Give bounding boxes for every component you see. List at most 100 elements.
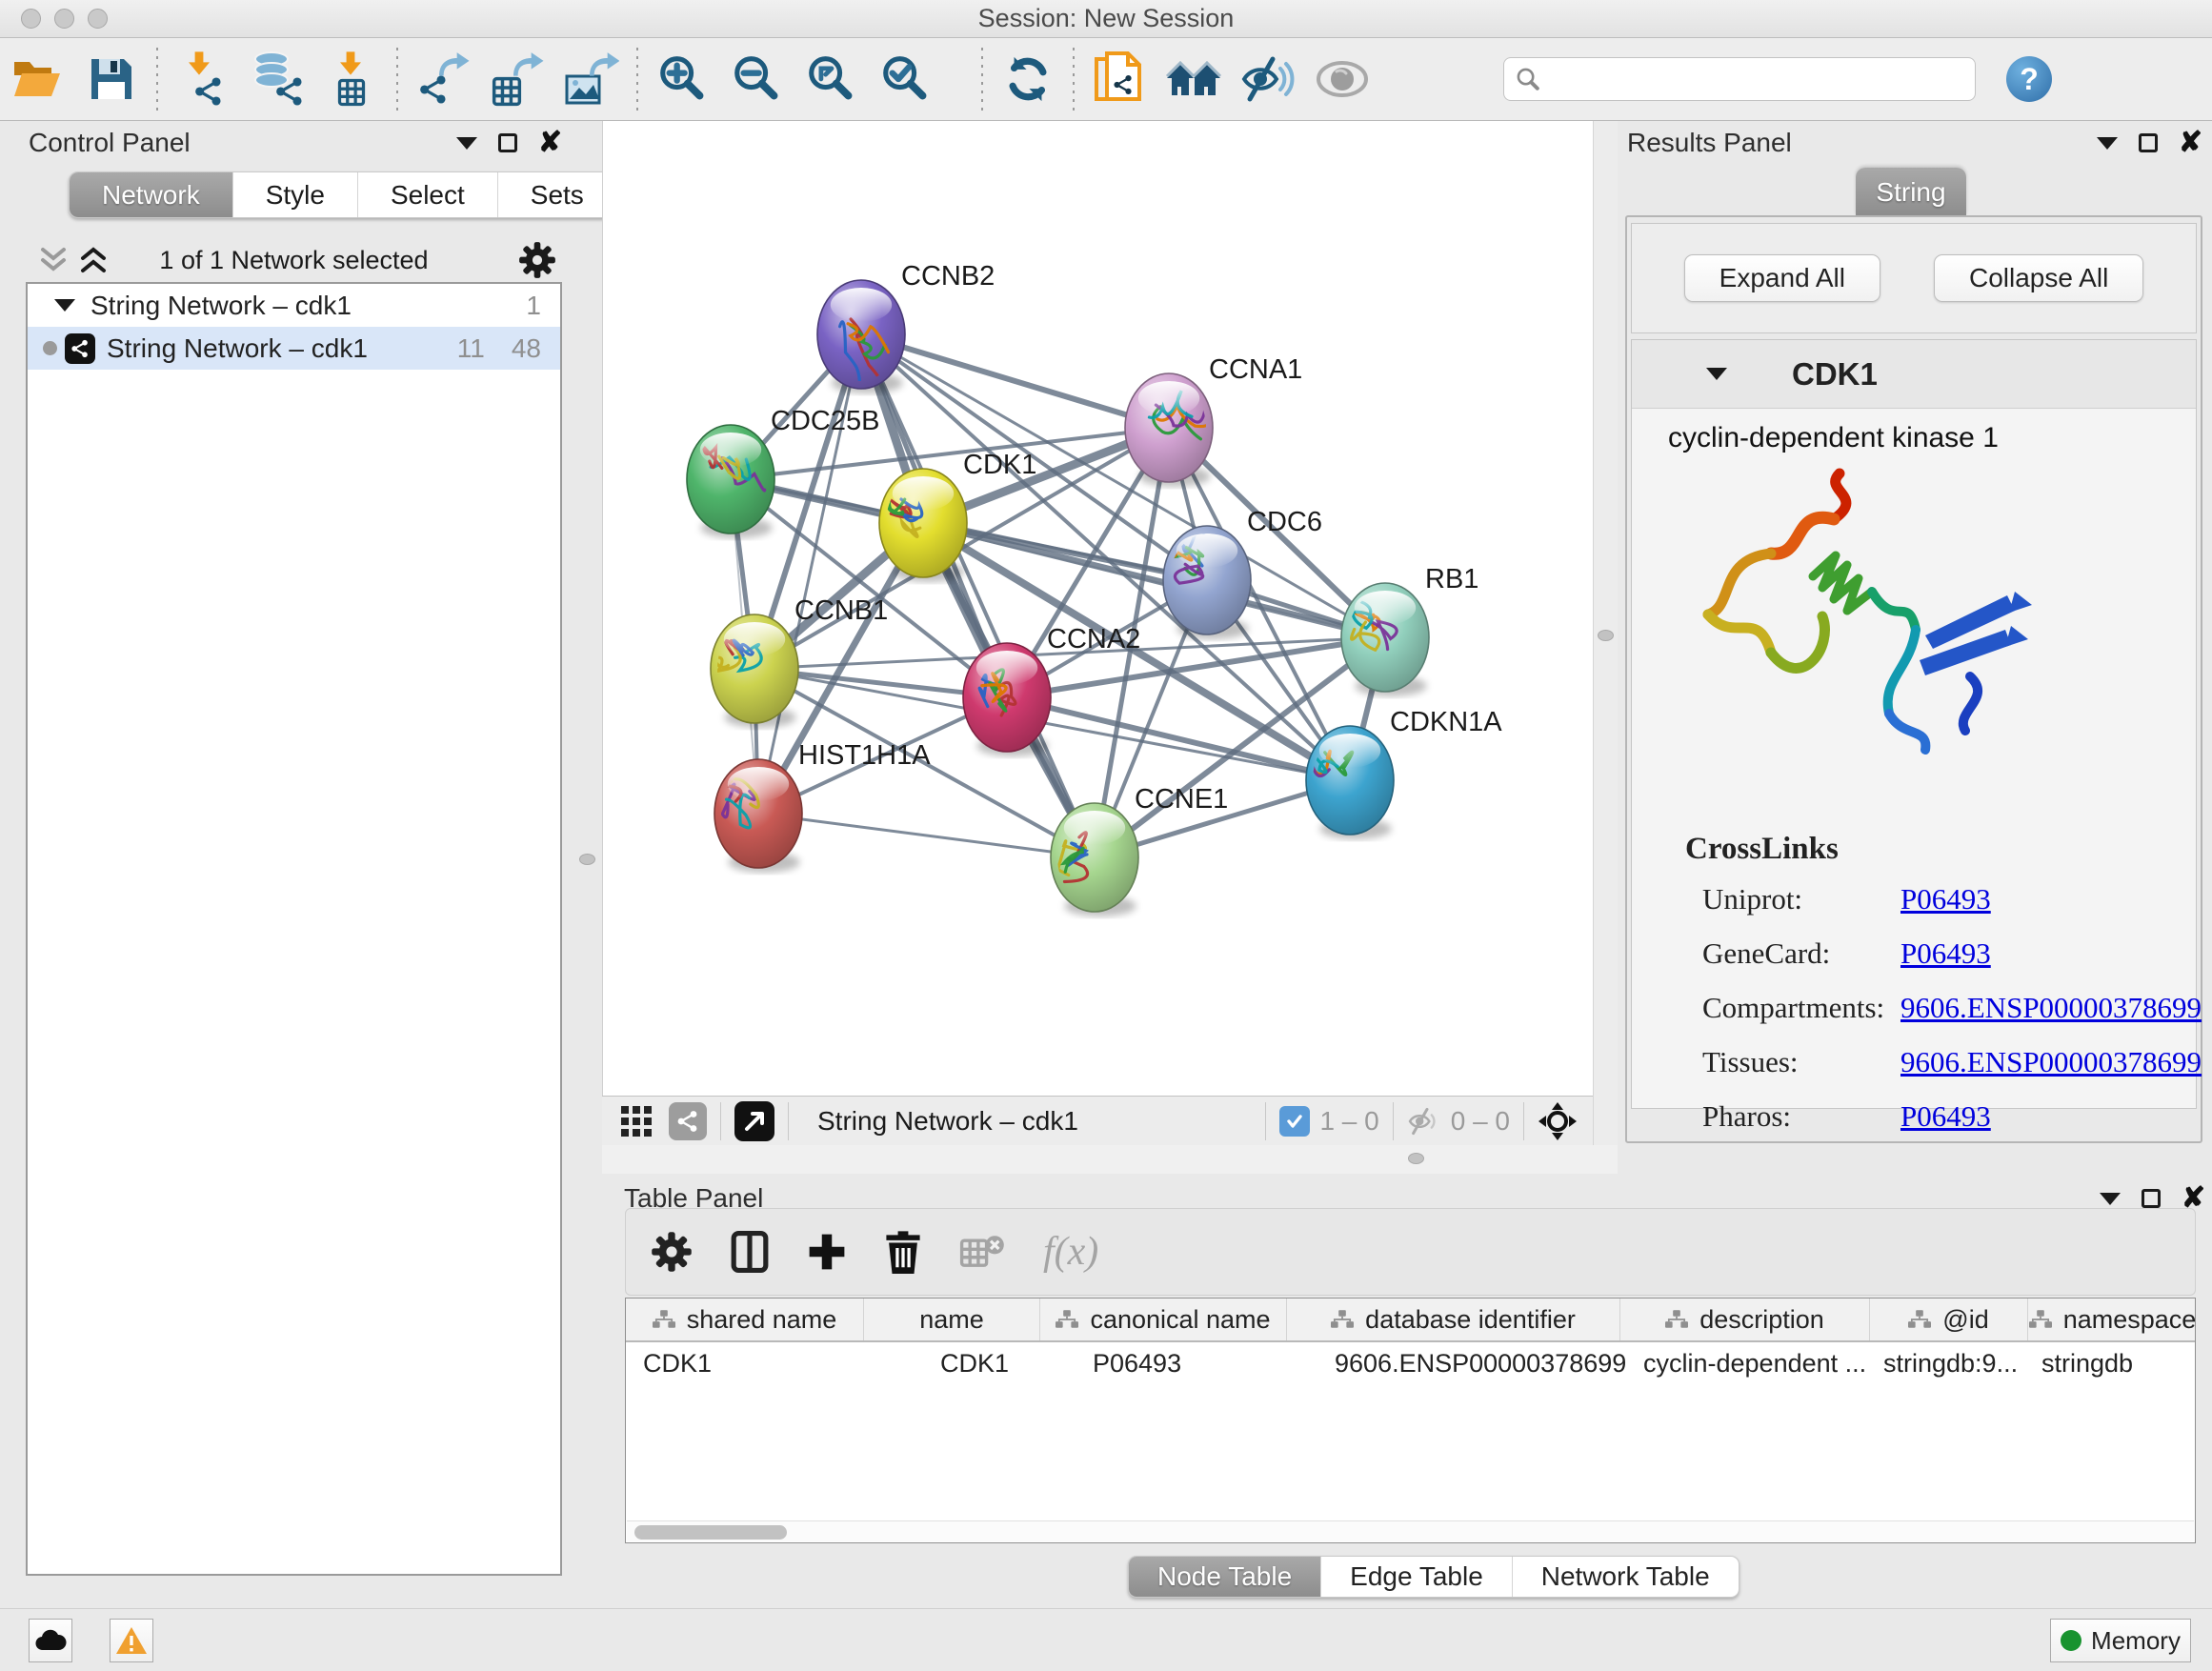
selected-checkbox-icon[interactable]	[1279, 1106, 1310, 1137]
show-columns-icon[interactable]	[731, 1231, 769, 1273]
birds-eye-view-icon[interactable]	[734, 1101, 774, 1141]
crosslink-row: Uniprot: P06493	[1685, 882, 2202, 916]
network-node-CCNA1[interactable]	[1125, 373, 1213, 487]
export-network-button[interactable]	[406, 49, 480, 110]
refresh-network-button[interactable]	[991, 49, 1065, 110]
delete-column-trash-icon[interactable]	[885, 1230, 921, 1274]
column-header[interactable]: @id	[1870, 1299, 2028, 1340]
results-panel-menu-icon[interactable]	[2097, 137, 2118, 150]
clone-network-button[interactable]	[1082, 49, 1156, 110]
table-settings-gear-icon[interactable]	[651, 1231, 693, 1273]
network-node-CCNA2[interactable]	[963, 643, 1051, 756]
collection-expand-icon[interactable]	[54, 299, 75, 312]
network-node-CDK1[interactable]	[879, 469, 967, 582]
tab-sets[interactable]: Sets	[497, 172, 616, 217]
crosslink-genecard-link[interactable]: P06493	[1900, 936, 1991, 971]
column-header[interactable]: database identifier	[1287, 1299, 1620, 1340]
tab-style[interactable]: Style	[232, 172, 357, 217]
crosslink-tissues-link[interactable]: 9606.ENSP00000378699	[1900, 1045, 2202, 1079]
network-node-HIST1H1A[interactable]	[709, 759, 802, 873]
crosslink-pharos-link[interactable]: P06493	[1900, 1099, 1991, 1134]
tab-string[interactable]: String	[1856, 168, 1966, 216]
column-header[interactable]: shared name	[626, 1299, 864, 1340]
memory-button[interactable]: Memory	[2050, 1619, 2191, 1662]
crosslink-row: Compartments: 9606.ENSP00000378699	[1685, 991, 2202, 1025]
zoom-out-button[interactable]	[720, 49, 794, 110]
zoom-in-button[interactable]	[646, 49, 720, 110]
function-builder-icon[interactable]: f(x)	[1043, 1229, 1098, 1275]
show-all-button[interactable]	[1305, 49, 1379, 110]
hide-selected-button[interactable]	[1231, 49, 1305, 110]
crosslink-label: Pharos:	[1702, 1099, 1900, 1134]
network-node-CDKN1A[interactable]	[1282, 726, 1394, 839]
tab-select[interactable]: Select	[357, 172, 497, 217]
control-panel-float-icon[interactable]	[498, 133, 517, 152]
protein-collapse-icon[interactable]	[1706, 368, 1727, 380]
right-splitter-handle[interactable]	[1598, 630, 1614, 641]
home-panel-button[interactable]	[1156, 49, 1231, 110]
search-input[interactable]	[1540, 66, 1960, 93]
network-collection-row[interactable]: String Network – cdk1 1	[28, 284, 560, 327]
search-field[interactable]	[1503, 57, 1976, 101]
expand-all-button[interactable]: Expand All	[1684, 254, 1880, 302]
scrollbar-thumb[interactable]	[634, 1525, 787, 1540]
table-panel-float-icon[interactable]	[2142, 1189, 2161, 1208]
table-horizontal-scrollbar[interactable]	[627, 1520, 2194, 1541]
collapse-all-button[interactable]: Collapse All	[1934, 254, 2143, 302]
network-node-CDC25B[interactable]	[687, 425, 774, 538]
tab-network-table[interactable]: Network Table	[1512, 1557, 1739, 1597]
save-session-button[interactable]	[74, 49, 149, 110]
network-share-toggle-icon[interactable]	[669, 1102, 707, 1140]
fit-center-crosshair-icon[interactable]	[1538, 1101, 1578, 1141]
network-node-RB1[interactable]	[1341, 583, 1429, 696]
protein-card-header[interactable]: CDK1	[1632, 340, 2196, 409]
export-image-icon	[564, 51, 619, 107]
network-node-CDC6[interactable]	[1155, 524, 1251, 639]
network-canvas[interactable]: CCNB2CCNA1CDC25BCDK1CDC6RB1CCNB1CCNA2CDK…	[602, 121, 1593, 1096]
network-row[interactable]: String Network – cdk1 11 48	[28, 327, 560, 370]
control-panel-close-icon[interactable]: ✘	[538, 133, 562, 152]
table-row[interactable]: CDK1 CDK1 P06493 9606.ENSP00000378699 cy…	[626, 1342, 2195, 1384]
horizontal-splitter-handle[interactable]	[1408, 1153, 1424, 1164]
tab-network[interactable]: Network	[70, 172, 232, 217]
left-splitter-handle[interactable]	[579, 854, 595, 865]
control-panel-menu-icon[interactable]	[456, 137, 477, 150]
network-node-CCNB1[interactable]	[711, 614, 798, 728]
import-network-file-button[interactable]	[166, 49, 240, 110]
import-network-database-button[interactable]	[240, 49, 314, 110]
export-image-button[interactable]	[554, 49, 629, 110]
cloud-button[interactable]	[29, 1619, 72, 1662]
column-header[interactable]: description	[1620, 1299, 1870, 1340]
table-panel-close-icon[interactable]: ✘	[2182, 1189, 2205, 1208]
tab-edge-table[interactable]: Edge Table	[1320, 1557, 1512, 1597]
table-panel-menu-icon[interactable]	[2100, 1193, 2121, 1205]
warnings-button[interactable]	[110, 1619, 153, 1662]
import-database-icon	[249, 51, 306, 107]
import-table-icon	[326, 51, 377, 107]
string-network-graph[interactable]: CCNB2CCNA1CDC25BCDK1CDC6RB1CCNB1CCNA2CDK…	[603, 121, 1594, 1096]
column-header[interactable]: canonical name	[1040, 1299, 1287, 1340]
tab-node-table[interactable]: Node Table	[1129, 1557, 1320, 1597]
results-panel-float-icon[interactable]	[2139, 133, 2158, 152]
network-node-CCNE1[interactable]	[1051, 803, 1138, 916]
node-table[interactable]: shared name name canonical name database…	[625, 1298, 2196, 1543]
crosslink-compartments-link[interactable]: 9606.ENSP00000378699	[1900, 991, 2202, 1025]
export-table-button[interactable]	[480, 49, 554, 110]
help-button[interactable]: ?	[2006, 56, 2052, 102]
network-node-CCNB2[interactable]	[817, 280, 905, 393]
delete-table-icon[interactable]	[959, 1233, 1005, 1271]
cell-namespace: stringdb	[2028, 1349, 2196, 1379]
import-table-file-button[interactable]	[314, 49, 389, 110]
column-header[interactable]: name	[864, 1299, 1040, 1340]
crosslinks-title: CrossLinks	[1685, 832, 2202, 867]
crosslink-uniprot-link[interactable]: P06493	[1900, 882, 1991, 916]
column-header[interactable]: namespace	[2028, 1299, 2196, 1340]
grid-view-icon[interactable]	[619, 1104, 654, 1138]
save-icon	[88, 55, 135, 103]
zoom-selected-button[interactable]	[869, 49, 943, 110]
open-session-button[interactable]	[0, 49, 74, 110]
results-panel-close-icon[interactable]: ✘	[2179, 133, 2202, 152]
zoom-fit-button[interactable]	[794, 49, 869, 110]
create-column-plus-icon[interactable]	[807, 1232, 847, 1272]
table-panel-tabs: Node Table Edge Table Network Table	[1128, 1556, 1739, 1598]
